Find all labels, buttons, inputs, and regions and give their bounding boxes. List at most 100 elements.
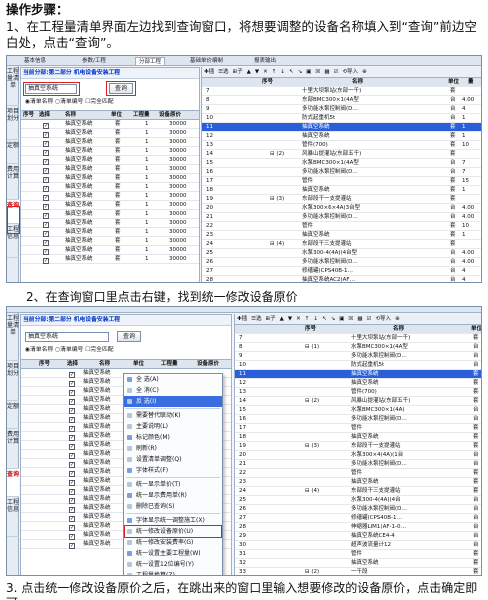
toolbar-button[interactable]: ⊞子	[266, 314, 276, 324]
bill-row[interactable]: 11 抽真空系统 套	[235, 370, 481, 379]
side-tab-division[interactable]: 项目划分	[7, 106, 19, 140]
toolbar-button[interactable]: ⟲导入	[342, 67, 358, 77]
table-row[interactable]: ✓ 抽真空系统套 1 30000	[21, 219, 199, 228]
bill-row[interactable]: 20 水泵300×4(4A)(1台 台	[235, 451, 481, 460]
side-tab-cost[interactable]: 费用计算	[7, 164, 19, 200]
context-menu-item[interactable]: 标记颜色(M)	[124, 432, 222, 443]
toolbar-button[interactable]: ▼	[288, 314, 292, 324]
bill-row[interactable]: 18 抽真空系统 套	[235, 433, 481, 442]
toolbar-button[interactable]: ↑	[272, 67, 277, 77]
toolbar-button[interactable]: ▦	[357, 314, 362, 324]
toolbar-button[interactable]: ↑	[305, 314, 310, 324]
toolbar-button[interactable]: ▼	[255, 67, 259, 77]
bill-row[interactable]: 30 超声波流量计12 台	[235, 541, 481, 550]
table-row[interactable]: ✓ 抽真空系统套 1 30000	[21, 120, 199, 129]
bill-row[interactable]: 18 抽真空系统 套 1	[202, 186, 481, 195]
toolbar-button[interactable]: ✕	[296, 314, 301, 324]
context-menu-item[interactable]: 统一修改安装费率(G)	[124, 537, 222, 548]
tab-basic-info[interactable]: 基本信息	[21, 57, 49, 65]
tab-params[interactable]: 参数/工程	[79, 57, 109, 65]
bill-row[interactable]: 20 水泵300×6×4A(3台型 台 4.00	[202, 204, 481, 213]
toolbar-button[interactable]: ⊕	[362, 67, 367, 77]
table-row[interactable]: ✓ 抽真空系统套 1 30000	[21, 210, 199, 219]
bill-row[interactable]: 10 防式起重机5t 台 1	[202, 114, 481, 123]
bill-row[interactable]: 31 管件 套	[235, 550, 481, 559]
toolbar-button[interactable]: ↓	[313, 314, 318, 324]
context-menu-item[interactable]: 全 消(C)	[124, 385, 222, 396]
bill-row[interactable]: 27 修缮罐(CPS40B-1… 台	[235, 514, 481, 523]
bill-row[interactable]: 12 抽真空系统 套	[235, 379, 481, 388]
menu-item-batch-edit-equipment-price[interactable]: 统一修改设备原价(U)	[124, 525, 222, 538]
row-checkbox[interactable]: ✓	[69, 541, 75, 550]
bill-row[interactable]: 27 修缮罐(CPS40B-1… 台 4	[202, 267, 481, 276]
context-menu-item[interactable]: 统一设置12位编号(Y)	[124, 559, 222, 570]
bill-row[interactable]: 10 防式起重机5t 台	[235, 361, 481, 370]
toolbar-button[interactable]: ⊞子	[233, 67, 243, 77]
bill-row[interactable]: 21 多功能水泵控制阀(D… 台	[235, 460, 481, 469]
toolbar-button[interactable]: ▲	[280, 314, 284, 324]
table-row[interactable]: ✓ 抽真空系统套 1 30000	[21, 183, 199, 192]
toolbar-button[interactable]: ☰选	[218, 67, 228, 77]
bill-row[interactable]: 15 水泵BMC300×1(4A) 台	[235, 406, 481, 415]
bill-row[interactable]: 11 抽真空系统 套 1	[202, 123, 481, 132]
bill-row[interactable]: 9 多功能水泵控制阀(D… 台	[235, 352, 481, 361]
bill-row[interactable]: 22 管件 套	[235, 469, 481, 478]
bill-row[interactable]: 29 抽真空系统CE4-4 台	[235, 532, 481, 541]
context-menu-item[interactable]: 刷新(R)	[124, 443, 222, 454]
context-menu-item[interactable]: 统一显示费用单(R)	[124, 490, 222, 501]
toolbar-button[interactable]: ☒	[315, 67, 320, 77]
toolbar-button[interactable]: ↖	[289, 67, 294, 77]
toolbar-button[interactable]: ▲	[247, 67, 251, 77]
bill-row[interactable]: 25 水泵300-4(4A)(4台型 台 4.00	[202, 249, 481, 258]
bill-row[interactable]: 13 管件(700) 套 10	[202, 141, 481, 150]
search-input-2[interactable]: 抽真空系统	[25, 332, 109, 342]
toolbar-button[interactable]: ✚插	[237, 314, 247, 324]
toolbar-button[interactable]: ✚插	[204, 67, 214, 77]
table-row[interactable]: ✓ 抽真空系统套 1 30000	[21, 192, 199, 201]
context-menu-item[interactable]: 全 选(A)	[124, 374, 222, 385]
side-tab-quota-2[interactable]: 定额	[7, 401, 19, 429]
toolbar-button[interactable]: ▣	[339, 314, 344, 324]
bill-row[interactable]: 33 ⊟ (2) 一干段 套	[235, 568, 481, 575]
bill-row[interactable]: 32 抽真空系统 套	[235, 559, 481, 568]
bill-row[interactable]: 8 ⊟ (1) 水泵BMC300×1(4A型 台	[235, 343, 481, 352]
bill-row[interactable]: 17 管件 套 15	[202, 177, 481, 186]
toolbar-button[interactable]: ↓	[280, 67, 285, 77]
bill-row[interactable]: 21 多功能水泵控制阀(D… 台 4.00	[202, 213, 481, 222]
toolbar-button[interactable]: ☑	[334, 67, 339, 77]
bill-row[interactable]: 9 多功能水泵控制阀(D… 台 4	[202, 105, 481, 114]
context-menu-item[interactable]: 工程量换算(Z)	[124, 570, 222, 575]
toolbar-button[interactable]: ⟲导入	[375, 314, 391, 324]
checkbox-exact-match-2[interactable]: ☐完全匹配	[85, 347, 113, 353]
context-menu-item[interactable]: 字体样式(F)	[124, 465, 222, 476]
bill-row[interactable]: 23 抽真空系统 套	[235, 478, 481, 487]
bill-row[interactable]: 14 ⊟ (2) 风暴山提灌站(东部五千) 套	[235, 397, 481, 406]
context-menu-item[interactable]: 统一显示单价(T)	[124, 479, 222, 490]
bill-row[interactable]: 19 ⊟ (3) 东部段干一支提灌站 套	[202, 195, 481, 204]
table-row[interactable]: ✓ 抽真空系统套 1 30000	[21, 228, 199, 237]
tab-report[interactable]: 报表输出	[251, 57, 279, 65]
checkbox-exact-match[interactable]: ☐完全匹配	[85, 99, 113, 105]
bill-row[interactable]: 26 多功能水泵控制阀(D… 台	[235, 505, 481, 514]
toolbar-button[interactable]: ☰选	[251, 314, 261, 324]
bill-row[interactable]: 16 多功能水泵控制阀(D… 台	[235, 415, 481, 424]
table-row[interactable]: ✓ 抽真空系统套 1 30000	[21, 138, 199, 147]
toolbar-button[interactable]: ▣	[306, 67, 311, 77]
side-tab-query-2[interactable]: 查询	[7, 469, 19, 497]
bill-row[interactable]: 14 ⊟ (2) 风暴山提灌站(东部五千) 套	[202, 150, 481, 159]
search-button-2[interactable]: 查询	[117, 331, 141, 342]
bill-row[interactable]: 7 十里大坝泵站(东部一千) 套	[235, 334, 481, 343]
toolbar-button[interactable]: ⊕	[395, 314, 400, 324]
bill-row[interactable]: 16 多功能水泵控制阀(D… 台 7	[202, 168, 481, 177]
bill-row[interactable]: 28 伸缩器LIM1(AF-1-0… 台	[235, 523, 481, 532]
table-row[interactable]: ✓ 抽真空系统套 1 30000	[21, 246, 199, 255]
table-row[interactable]: ✓ 抽真空系统套 1 30000	[21, 255, 199, 264]
side-tab-quota[interactable]: 定额	[7, 140, 19, 164]
side-tab-bill[interactable]: 工程量清单	[7, 66, 19, 106]
toolbar-button[interactable]: ✕	[263, 67, 268, 77]
bill-row[interactable]: 8 东部BMC300×1(4A型 台 4.00	[202, 96, 481, 105]
context-menu-item[interactable]: 反 选(I)	[124, 396, 222, 407]
tab-unit-price[interactable]: 基础单价编制	[187, 57, 226, 65]
tab-subproject[interactable]: 分部工程	[135, 57, 166, 65]
side-tab-division-2[interactable]: 项目划分	[7, 361, 19, 401]
